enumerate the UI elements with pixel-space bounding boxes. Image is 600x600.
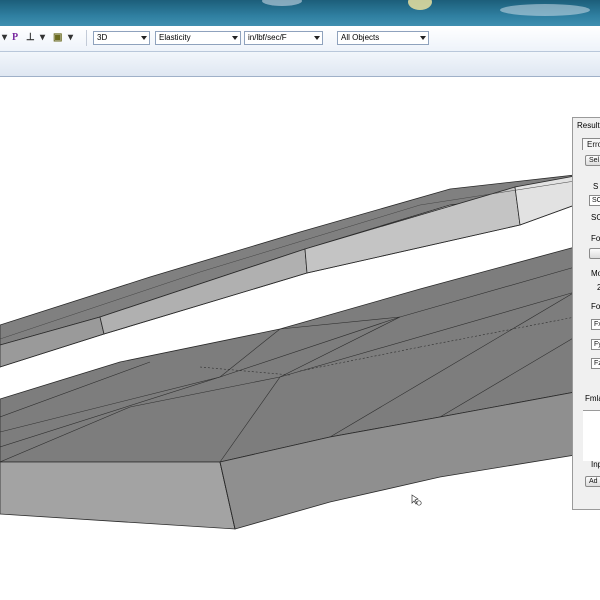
formula-area[interactable]	[583, 410, 600, 461]
toolbar: ▾ P ⊥ ▾ ▣ ▾ 3D Elasticity in/lbf/sec/F A…	[0, 26, 600, 52]
label-force-2: Fo	[591, 302, 600, 311]
title-bar-glow	[262, 0, 302, 6]
filter-value: All Objects	[341, 33, 380, 42]
label-force-1: Fo	[591, 234, 600, 243]
units-value: in/lbf/sec/F	[248, 33, 287, 42]
filter-select[interactable]: All Objects	[337, 31, 429, 45]
graphics-viewport[interactable]	[0, 77, 600, 600]
select-button[interactable]: Sel	[585, 155, 600, 166]
add-button[interactable]: Ad	[585, 476, 600, 487]
sc-field[interactable]: SC	[589, 195, 600, 206]
force-button[interactable]	[589, 248, 600, 259]
p-icon[interactable]: P	[12, 31, 18, 45]
camera-icon[interactable]: ▣	[53, 31, 62, 45]
fy-field[interactable]: Fy	[591, 339, 600, 350]
chevron-down-icon	[232, 36, 238, 40]
chevron-down-icon	[141, 36, 147, 40]
mouse-cursor	[411, 494, 422, 506]
tab-error-label: Erro	[587, 140, 600, 149]
sc-field-value: SC	[592, 197, 600, 204]
label-s: S	[593, 182, 599, 191]
select-button-label: Sel	[589, 157, 600, 164]
chevron-down-icon[interactable]: ▾	[68, 31, 73, 45]
title-bar-glow	[500, 4, 590, 16]
view-mode-value: 3D	[97, 33, 108, 42]
title-bar-glow	[408, 0, 432, 10]
units-select[interactable]: in/lbf/sec/F	[244, 31, 323, 45]
chevron-down-icon	[420, 36, 426, 40]
label-formula: Fmla	[585, 394, 600, 403]
label-sc: SC	[591, 213, 600, 222]
chevron-down-icon[interactable]: ▾	[40, 31, 45, 45]
window-title-bar	[0, 0, 600, 26]
result-type-value: Elasticity	[159, 33, 191, 42]
result-panel[interactable]: Result Erro Sel S SC SC Fo Mo 2 Fo Fx Fy…	[572, 117, 600, 510]
lower-slab-front-face	[0, 461, 236, 530]
tab-error[interactable]: Erro	[582, 138, 600, 150]
add-button-label: Ad	[589, 478, 598, 485]
mesh-model	[0, 174, 576, 530]
label-input: Inp	[591, 460, 600, 469]
result-type-select[interactable]: Elasticity	[155, 31, 241, 45]
probe-icon[interactable]: ⊥	[26, 31, 35, 45]
fz-field[interactable]: Fz	[591, 358, 600, 369]
result-panel-title: Result	[577, 121, 600, 130]
dropdown-arrow-icon[interactable]: ▾	[2, 31, 7, 45]
fz-field-label: Fz	[594, 360, 600, 367]
fy-field-label: Fy	[594, 341, 600, 348]
toolbar-separator	[86, 30, 87, 46]
chevron-down-icon	[314, 36, 320, 40]
fx-field[interactable]: Fx	[591, 319, 600, 330]
ribbon-bar	[0, 52, 600, 77]
label-moment: Mo	[591, 269, 600, 278]
view-mode-select[interactable]: 3D	[93, 31, 150, 45]
fx-field-label: Fx	[594, 321, 600, 328]
